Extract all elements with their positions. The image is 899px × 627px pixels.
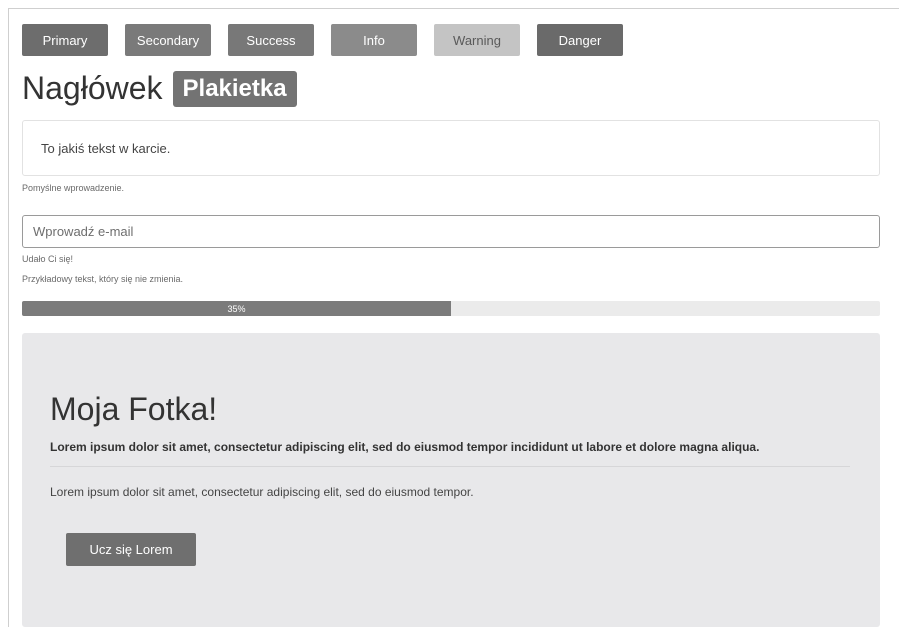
secondary-button[interactable]: Secondary — [125, 24, 211, 56]
text-card: To jakiś tekst w karcie. — [22, 120, 880, 176]
info-button[interactable]: Info — [331, 24, 417, 56]
jumbotron: Moja Fotka! Lorem ipsum dolor sit amet, … — [22, 333, 880, 627]
danger-button[interactable]: Danger — [537, 24, 623, 56]
email-input[interactable] — [22, 215, 880, 248]
progress-fill: 35% — [22, 301, 451, 316]
progress-label: 35% — [227, 303, 246, 314]
heading-text: Nagłówek — [22, 70, 163, 106]
jumbotron-lead: Lorem ipsum dolor sit amet, consectetur … — [50, 440, 760, 454]
static-text-message: Przykładowy tekst, który się nie zmienia… — [22, 274, 184, 284]
jumbotron-divider — [50, 466, 850, 467]
progress-bar: 35% — [22, 301, 880, 316]
window-top-border — [8, 8, 899, 9]
heading-badge: Plakietka — [172, 70, 297, 107]
learn-more-button[interactable]: Ucz się Lorem — [66, 533, 196, 566]
success-done-message: Udało Ci się! — [22, 254, 74, 264]
jumbotron-title: Moja Fotka! — [50, 391, 218, 427]
button-row: Primary Secondary Success Info Warning D… — [22, 24, 623, 56]
card-text: To jakiś tekst w karcie. — [41, 141, 171, 156]
warning-button[interactable]: Warning — [434, 24, 520, 56]
primary-button[interactable]: Primary — [22, 24, 108, 56]
page-heading: Nagłówek Plakietka — [22, 70, 297, 107]
window-left-border — [8, 8, 9, 627]
success-entry-message: Pomyślne wprowadzenie. — [22, 183, 125, 193]
jumbotron-text: Lorem ipsum dolor sit amet, consectetur … — [50, 485, 474, 499]
success-button[interactable]: Success — [228, 24, 314, 56]
